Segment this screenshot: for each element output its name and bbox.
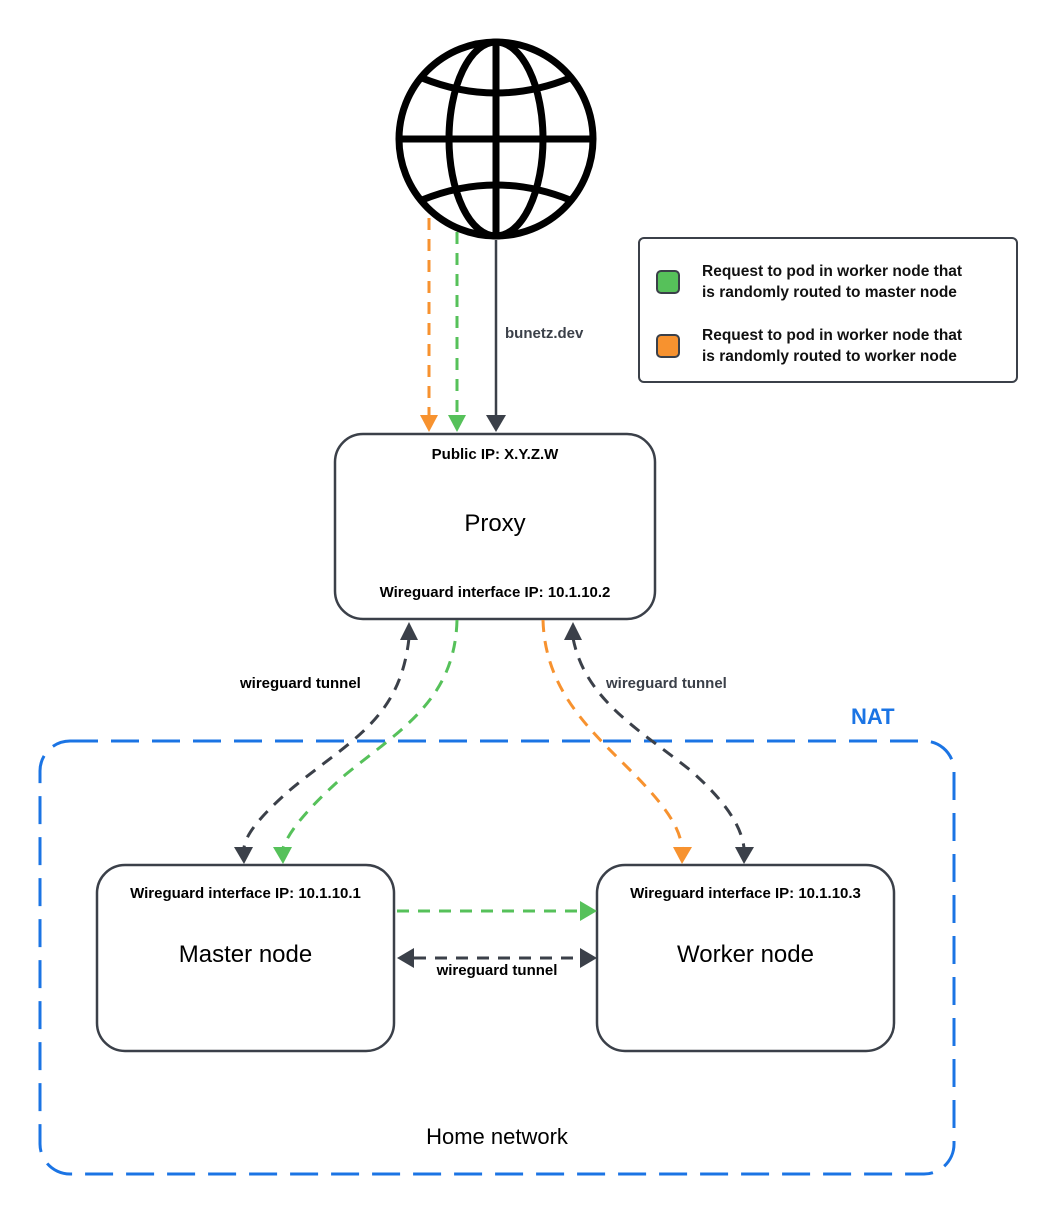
proxy-public-ip: Public IP: X.Y.Z.W xyxy=(431,446,559,463)
master-wg-ip: Wireguard interface IP: 10.1.10.1 xyxy=(130,885,361,902)
proxy-wg-ip: Wireguard interface IP: 10.1.10.2 xyxy=(379,584,611,601)
domain-label: bunetz.dev xyxy=(505,325,584,342)
worker-title: Worker node xyxy=(677,941,814,968)
proxy-title: Proxy xyxy=(464,510,526,537)
orange-request-arrow-top xyxy=(420,218,438,432)
legend-orange-line2: is randomly routed to worker node xyxy=(702,348,957,365)
tunnel-proxy-worker xyxy=(564,622,754,864)
domain-arrow xyxy=(486,240,506,432)
home-network-label: Home network xyxy=(426,1124,568,1149)
diagram-canvas xyxy=(38,38,956,1176)
tunnel-proxy-master xyxy=(234,622,418,864)
globe-icon xyxy=(395,38,597,240)
master-title: Master node xyxy=(178,941,313,968)
worker-wg-ip: Wireguard interface IP: 10.1.10.3 xyxy=(630,885,861,902)
legend-orange-line1: Request to pod in worker node that xyxy=(702,327,963,344)
green-request-arrow-top xyxy=(448,232,466,432)
tunnel-right-label: wireguard tunnel xyxy=(606,675,727,692)
green-request-master-to-worker xyxy=(397,901,597,921)
legend-item-green: Request to pod in worker node that is ra… xyxy=(656,261,962,303)
nat-label: NAT xyxy=(851,704,895,729)
legend-item-orange: Request to pod in worker node that is ra… xyxy=(656,325,962,367)
legend: Request to pod in worker node that is ra… xyxy=(638,237,1018,383)
orange-swatch xyxy=(656,334,680,358)
legend-green-line1: Request to pod in worker node that xyxy=(702,263,963,280)
tunnel-left-label: wireguard tunnel xyxy=(240,675,361,692)
legend-green-line2: is randomly routed to master node xyxy=(702,284,957,301)
tunnel-bottom-label: wireguard tunnel xyxy=(436,962,558,979)
green-swatch xyxy=(656,270,680,294)
